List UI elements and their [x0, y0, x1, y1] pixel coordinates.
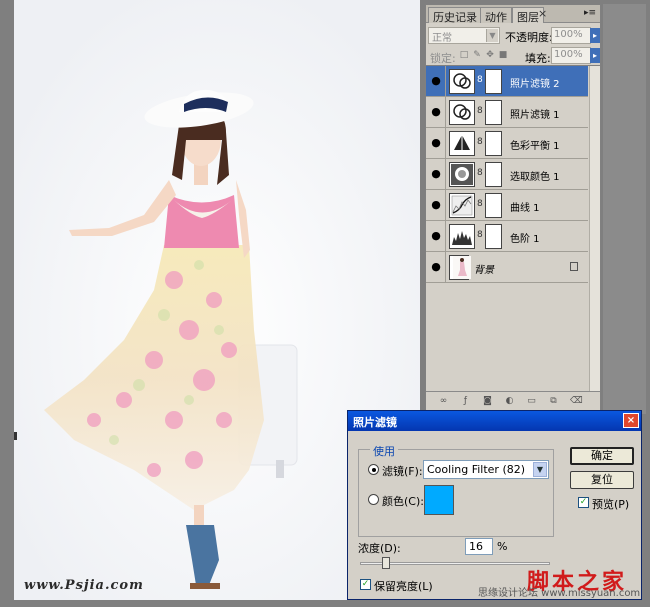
new-layer-icon[interactable]: ⧉: [548, 396, 559, 407]
forum-watermark: 思缘设计论坛 www.missyuan.com: [478, 588, 641, 599]
color-swatch[interactable]: [424, 485, 454, 515]
layer-list: ● 8 照片滤镜 2 ● 8 照片滤镜 1 ● 8 色彩平衡 1 ● 8 选取颜…: [426, 65, 600, 391]
background-photo-thumb-icon: [449, 255, 471, 280]
layer-row[interactable]: ● 背景: [426, 252, 588, 283]
photo-filter-thumb-icon: [449, 100, 475, 125]
visibility-eye-icon[interactable]: ●: [428, 196, 444, 214]
layers-scrollbar[interactable]: [589, 66, 600, 391]
layer-name: 照片滤镜 1: [510, 110, 560, 121]
visibility-eye-icon[interactable]: ●: [428, 134, 444, 152]
layer-name: 色彩平衡 1: [510, 141, 560, 152]
layer-mask-thumb: [485, 162, 502, 187]
new-group-icon[interactable]: ▭: [526, 396, 537, 407]
layer-row[interactable]: ● 8 照片滤镜 1: [426, 97, 588, 128]
chain-link-icon: 8: [477, 199, 483, 209]
fill-arrow-icon[interactable]: ▸: [590, 48, 600, 63]
dialog-titlebar[interactable]: 照片滤镜 ×: [348, 411, 641, 431]
layer-row[interactable]: ● 8 曲线 1: [426, 190, 588, 221]
add-mask-icon[interactable]: ◙: [482, 396, 493, 407]
trash-icon[interactable]: ⌫: [570, 396, 583, 407]
filter-select[interactable]: Cooling Filter (82) ▼: [423, 460, 549, 479]
tab-history[interactable]: 历史记录: [428, 7, 482, 24]
layer-style-icon[interactable]: ƒ: [460, 396, 471, 407]
density-label: 浓度(D):: [358, 542, 401, 555]
edge-marker: [14, 432, 17, 440]
density-input[interactable]: 16: [465, 538, 493, 555]
layers-panel: 历史记录 动作 图层 × ▸≡ 正常 ▼ 不透明度: 100% ▸ 锁定: □ …: [425, 4, 601, 414]
blend-mode-select[interactable]: 正常 ▼: [428, 27, 500, 44]
visibility-eye-icon[interactable]: ●: [428, 165, 444, 183]
curves-thumb-icon: [449, 193, 475, 218]
tab-actions[interactable]: 动作: [480, 7, 512, 24]
fill-label: 填充:: [525, 52, 551, 65]
blend-mode-value: 正常: [432, 33, 452, 44]
visibility-eye-icon[interactable]: ●: [428, 103, 444, 121]
layer-name: 背景: [474, 265, 494, 276]
density-slider-thumb[interactable]: [382, 557, 390, 569]
chain-link-icon: 8: [477, 230, 483, 240]
filter-radio[interactable]: [368, 464, 379, 475]
color-balance-thumb-icon: [449, 131, 475, 156]
tab-close-icon[interactable]: ×: [538, 7, 547, 20]
lock-image-icon[interactable]: ✎: [472, 50, 482, 60]
layer-mask-thumb: [485, 100, 502, 125]
layer-row[interactable]: ● 8 色彩平衡 1: [426, 128, 588, 159]
preserve-luminosity-checkbox[interactable]: ✓: [360, 579, 371, 590]
chain-link-icon: 8: [477, 137, 483, 147]
chain-link-icon: 8: [477, 106, 483, 116]
selective-color-thumb-icon: [449, 162, 475, 187]
visibility-eye-icon[interactable]: ●: [428, 72, 444, 90]
color-radio[interactable]: [368, 494, 379, 505]
photo-filter-thumb-icon: [449, 69, 475, 94]
color-radio-label: 颜色(C):: [382, 495, 424, 508]
layer-name: 色阶 1: [510, 234, 540, 245]
layer-mask-thumb: [485, 193, 502, 218]
blend-row: 正常 ▼ 不透明度: 100% ▸: [428, 27, 600, 45]
layer-mask-thumb: [485, 69, 502, 94]
opacity-arrow-icon[interactable]: ▸: [590, 28, 600, 43]
layer-row[interactable]: ● 8 选取颜色 1: [426, 159, 588, 190]
close-icon[interactable]: ×: [623, 413, 639, 428]
chain-link-icon: 8: [477, 75, 483, 85]
levels-thumb-icon: [449, 224, 475, 249]
visibility-eye-icon[interactable]: ●: [428, 258, 444, 276]
preview-label: 预览(P): [592, 498, 630, 511]
panel-tabs: 历史记录 动作 图层 × ▸≡: [426, 5, 600, 24]
lock-position-icon[interactable]: ✥: [485, 50, 495, 60]
use-group-title: 使用: [370, 443, 398, 459]
panel-menu-icon[interactable]: ▸≡: [584, 8, 596, 18]
lock-label: 锁定:: [430, 52, 456, 65]
opacity-input[interactable]: 100%: [551, 27, 591, 44]
layer-mask-thumb: [485, 131, 502, 156]
layer-name: 照片滤镜 2: [510, 79, 560, 90]
preserve-luminosity-label: 保留亮度(L): [374, 580, 433, 593]
visibility-eye-icon[interactable]: ●: [428, 227, 444, 245]
layer-row[interactable]: ● 8 色阶 1: [426, 221, 588, 252]
lock-icon: [570, 262, 578, 271]
adjustment-layer-icon[interactable]: ◐: [504, 396, 515, 407]
fill-input[interactable]: 100%: [551, 47, 591, 64]
lock-all-icon[interactable]: ■: [498, 50, 508, 60]
dialog-title: 照片滤镜: [353, 416, 397, 429]
lock-row: 锁定: □ ✎ ✥ ■ 填充: 100% ▸: [428, 47, 600, 65]
chevron-down-icon: ▼: [533, 462, 547, 477]
reset-button[interactable]: 复位: [570, 471, 634, 489]
layer-name: 曲线 1: [510, 203, 540, 214]
lock-transparent-icon[interactable]: □: [459, 50, 469, 60]
density-unit: %: [497, 540, 508, 553]
opacity-label: 不透明度:: [505, 31, 553, 44]
layer-name: 选取颜色 1: [510, 172, 560, 183]
photo-filter-dialog: 照片滤镜 × 使用 滤镜(F): Cooling Filter (82) ▼ 颜…: [347, 410, 642, 600]
layer-row[interactable]: ● 8 照片滤镜 2: [426, 66, 588, 97]
chain-link-icon: 8: [477, 168, 483, 178]
filter-radio-label: 滤镜(F):: [382, 465, 423, 478]
workspace-background: [603, 4, 646, 414]
site-watermark: www.Psjia.com: [24, 578, 144, 593]
ok-button[interactable]: 确定: [570, 447, 634, 465]
layer-mask-thumb: [485, 224, 502, 249]
preview-checkbox[interactable]: ✓: [578, 497, 589, 508]
chevron-down-icon: ▼: [486, 29, 498, 42]
filter-select-value: Cooling Filter (82): [427, 463, 526, 476]
link-layers-icon[interactable]: ∞: [438, 396, 449, 407]
